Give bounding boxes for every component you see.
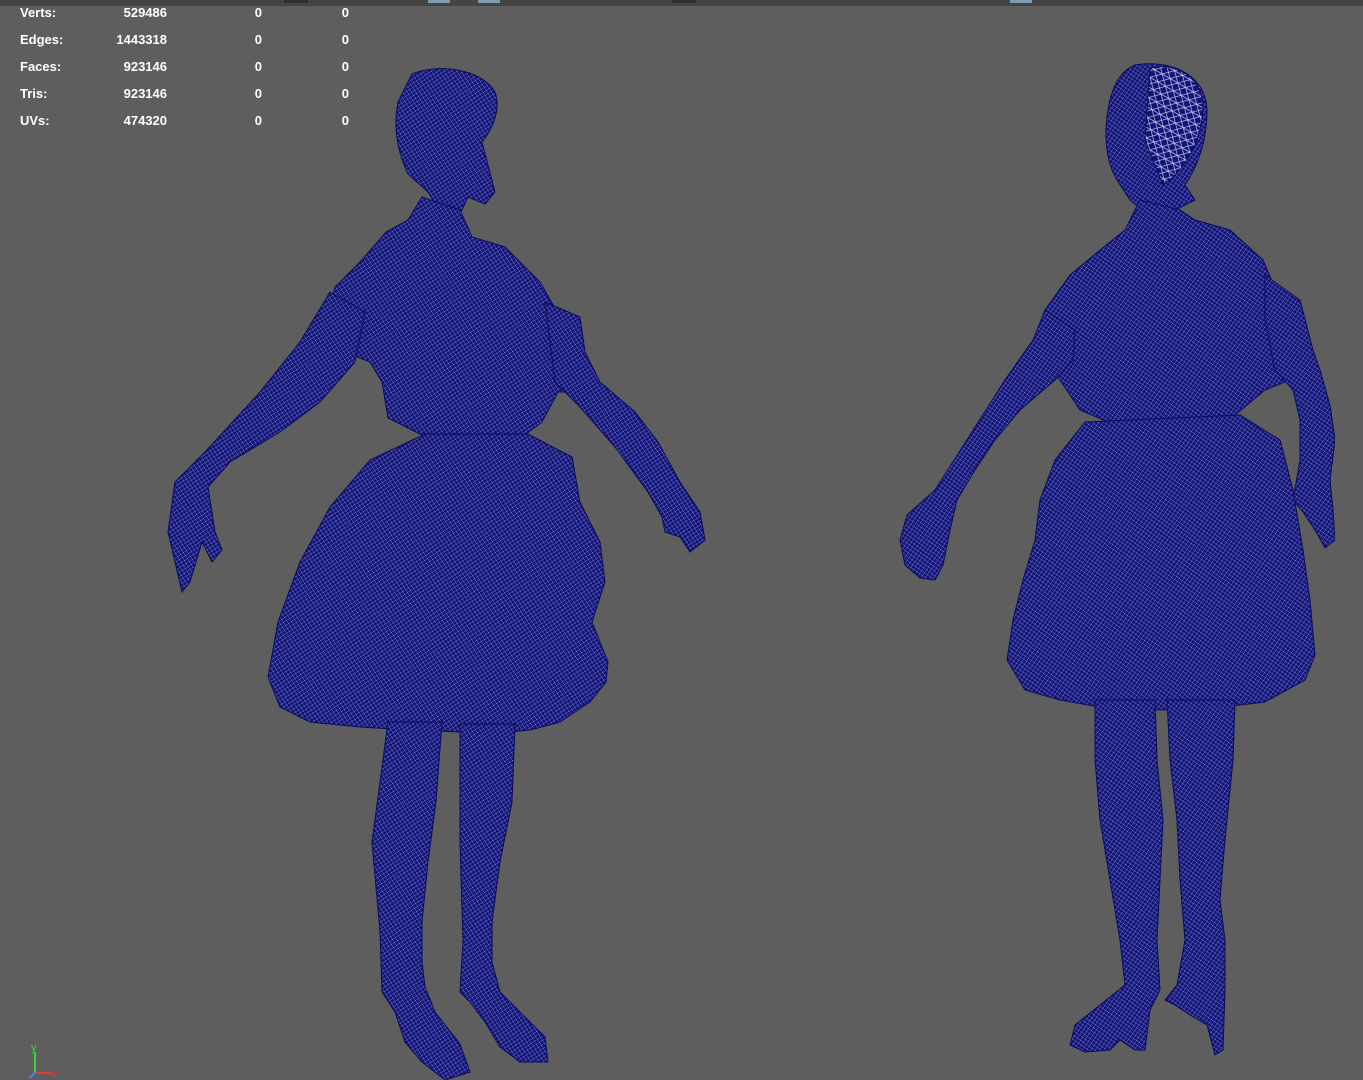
stat-label: Verts: — [20, 5, 57, 20]
stat-value-object: 529486 — [123, 5, 167, 20]
stat-value-object: 923146 — [123, 59, 167, 74]
stat-value-component: 0 — [341, 32, 349, 47]
stat-value-object: 474320 — [123, 113, 167, 128]
stat-row-edges: Edges: 1443318 0 0 — [20, 31, 360, 58]
stat-label: UVs: — [20, 113, 50, 128]
stat-label: Faces: — [20, 59, 62, 74]
stat-value-object: 923146 — [123, 86, 167, 101]
stat-label: Edges: — [20, 32, 64, 47]
3d-viewport[interactable]: Verts: 529486 0 0 Edges: 1443318 0 0 Fac… — [0, 0, 1363, 1080]
stat-value-object: 1443318 — [116, 32, 167, 47]
wireframe-model-back[interactable] — [895, 60, 1335, 1080]
stat-row-verts: Verts: 529486 0 0 — [20, 4, 360, 31]
stat-label: Tris: — [20, 86, 48, 101]
stat-value-selected: 0 — [254, 32, 262, 47]
axis-gizmo: y x — [28, 1042, 58, 1080]
stat-value-selected: 0 — [254, 5, 262, 20]
axis-x-label: x — [52, 1069, 58, 1080]
wireframe-model-front[interactable] — [160, 62, 710, 1080]
stat-value-component: 0 — [341, 5, 349, 20]
axis-y-label: y — [31, 1042, 37, 1054]
